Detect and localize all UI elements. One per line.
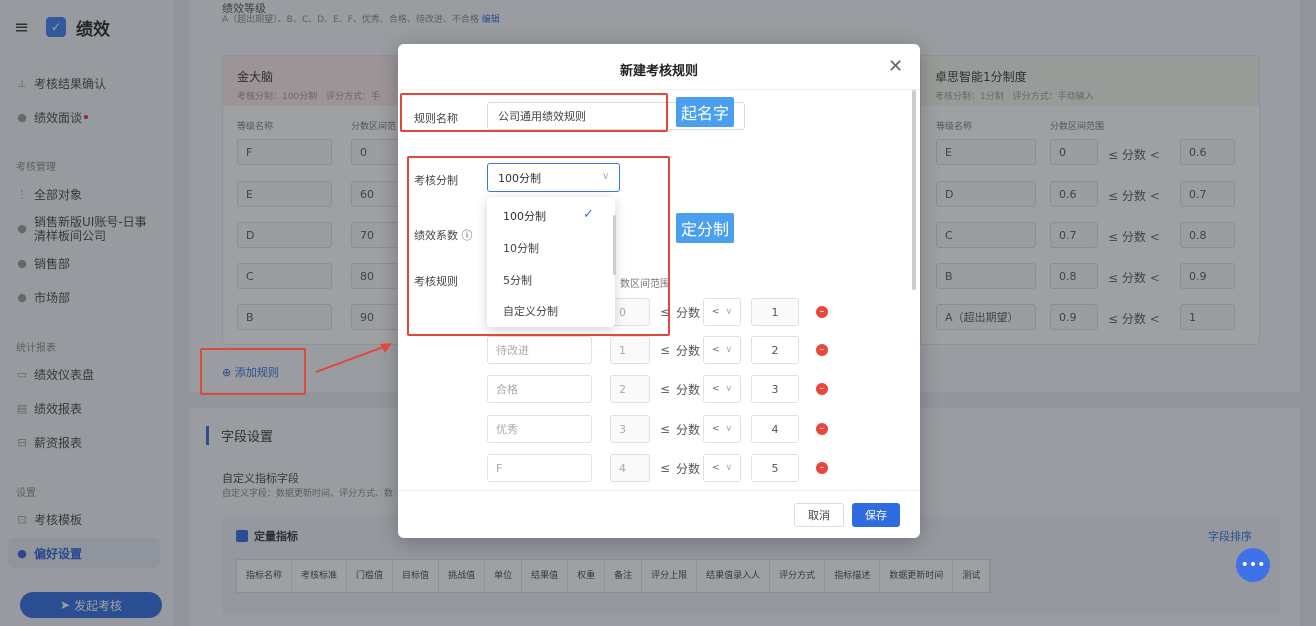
score-word: 分数 — [676, 383, 701, 397]
grade-input[interactable]: F — [487, 454, 592, 482]
score-word: 分数 — [676, 306, 701, 320]
chevron-down-icon: ∨ — [725, 345, 733, 355]
annotation-box-add — [200, 348, 306, 395]
operator-select[interactable]: < ∨ — [703, 454, 741, 482]
min-input[interactable]: 4 — [610, 454, 650, 482]
annotation-box-name — [400, 93, 668, 132]
score-word: 分数 — [676, 423, 701, 437]
chevron-down-icon: ∨ — [725, 384, 733, 394]
modal-scrollbar[interactable] — [912, 90, 916, 290]
max-input[interactable]: 5 — [751, 454, 799, 482]
max-input[interactable]: 2 — [751, 336, 799, 364]
le-sign: ≤ — [660, 343, 671, 357]
min-input[interactable]: 3 — [610, 415, 650, 443]
max-input[interactable]: 3 — [751, 375, 799, 403]
max-input[interactable]: 1 — [751, 298, 799, 326]
cancel-button[interactable]: 取消 — [794, 503, 844, 527]
chevron-down-icon: ∨ — [725, 424, 733, 434]
le-sign: ≤ — [660, 382, 671, 396]
score-word: 分数 — [676, 462, 701, 476]
annotation-arrow-icon — [315, 343, 392, 373]
max-input[interactable]: 4 — [751, 415, 799, 443]
annotation-tag-name: 起名字 — [676, 97, 734, 127]
operator-select[interactable]: < ∨ — [703, 336, 741, 364]
more-fab-icon[interactable]: ••• — [1236, 548, 1270, 582]
delete-row-icon[interactable]: – — [816, 423, 828, 435]
delete-row-icon[interactable]: – — [816, 462, 828, 474]
grade-input[interactable]: 待改进 — [487, 336, 592, 364]
chevron-down-icon: ∨ — [725, 307, 733, 317]
delete-row-icon[interactable]: – — [816, 383, 828, 395]
min-input[interactable]: 2 — [610, 375, 650, 403]
le-sign: ≤ — [660, 461, 671, 475]
save-button[interactable]: 保存 — [852, 503, 900, 527]
divider — [398, 89, 920, 90]
annotation-box-scale — [407, 156, 670, 336]
score-word: 分数 — [676, 344, 701, 358]
close-icon[interactable]: ✕ — [888, 56, 903, 77]
grade-input[interactable]: 优秀 — [487, 415, 592, 443]
annotation-tag-scale: 定分制 — [676, 213, 734, 243]
divider — [398, 490, 920, 491]
delete-row-icon[interactable]: – — [816, 344, 828, 356]
modal-title: 新建考核规则 — [619, 64, 698, 79]
min-input[interactable]: 1 — [610, 336, 650, 364]
le-sign: ≤ — [660, 422, 671, 436]
delete-row-icon[interactable]: – — [816, 306, 828, 318]
grade-input[interactable]: 合格 — [487, 375, 592, 403]
operator-select[interactable]: < ∨ — [703, 415, 741, 443]
operator-select[interactable]: < ∨ — [703, 298, 741, 326]
operator-select[interactable]: < ∨ — [703, 375, 741, 403]
chevron-down-icon: ∨ — [725, 463, 733, 473]
